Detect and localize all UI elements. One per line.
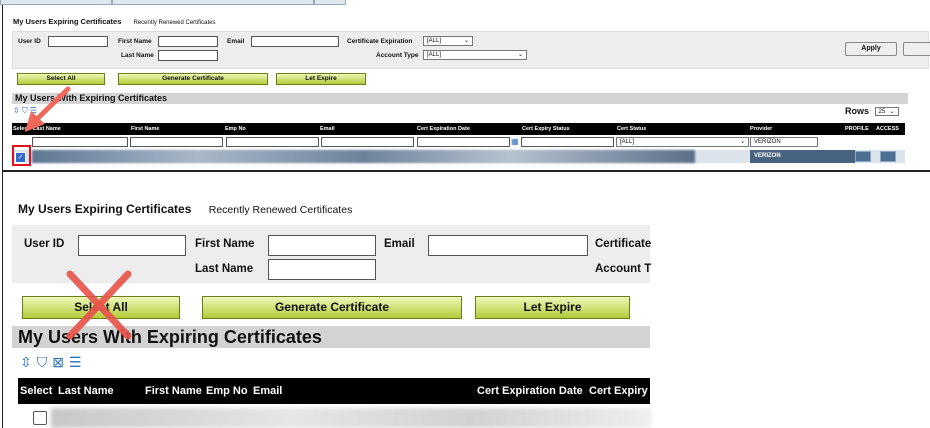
cross-annotation — [66, 270, 132, 340]
arrow-annotation — [25, 86, 71, 132]
annotation-overlay — [25, 86, 132, 340]
